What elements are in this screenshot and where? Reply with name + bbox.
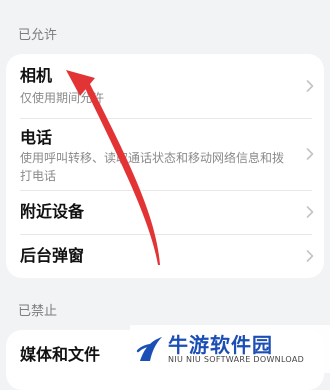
- permission-subtitle: 仅使用期间允许: [20, 91, 105, 106]
- chevron-right-icon: [306, 250, 314, 262]
- chevron-right-icon: [306, 206, 314, 218]
- permission-subtitle: 使用呼叫转移、读取通话状态和移动网络信息和拨打电话: [20, 151, 285, 184]
- chevron-right-icon: [306, 148, 314, 160]
- permission-title: 媒体和文件: [20, 345, 101, 364]
- watermark: 牛游软件园 NIU NIU SOFTWARE DOWNLOAD: [130, 325, 330, 373]
- denied-section-header: 已禁止: [18, 304, 58, 319]
- permission-title: 附近设备: [20, 202, 85, 221]
- allowed-permissions-card: 相机 仅使用期间允许 电话 使用呼叫转移、读取通话状态和移动网络信息和拨打电话 …: [6, 54, 324, 278]
- watermark-logo: [136, 337, 162, 361]
- permission-title: 相机: [20, 66, 53, 85]
- watermark-subtitle: NIU NIU SOFTWARE DOWNLOAD: [168, 355, 305, 364]
- permission-title: 后台弹窗: [20, 246, 85, 265]
- chevron-right-icon: [306, 80, 314, 92]
- permission-item-camera[interactable]: 相机 仅使用期间允许: [6, 54, 324, 118]
- permission-item-nearby-devices[interactable]: 附近设备: [6, 190, 324, 234]
- permission-item-background-popup[interactable]: 后台弹窗: [6, 234, 324, 278]
- allowed-section-header: 已允许: [18, 28, 58, 43]
- permission-title: 电话: [20, 128, 53, 147]
- watermark-title: 牛游软件园: [168, 333, 273, 357]
- permission-item-phone[interactable]: 电话 使用呼叫转移、读取通话状态和移动网络信息和拨打电话: [6, 118, 324, 190]
